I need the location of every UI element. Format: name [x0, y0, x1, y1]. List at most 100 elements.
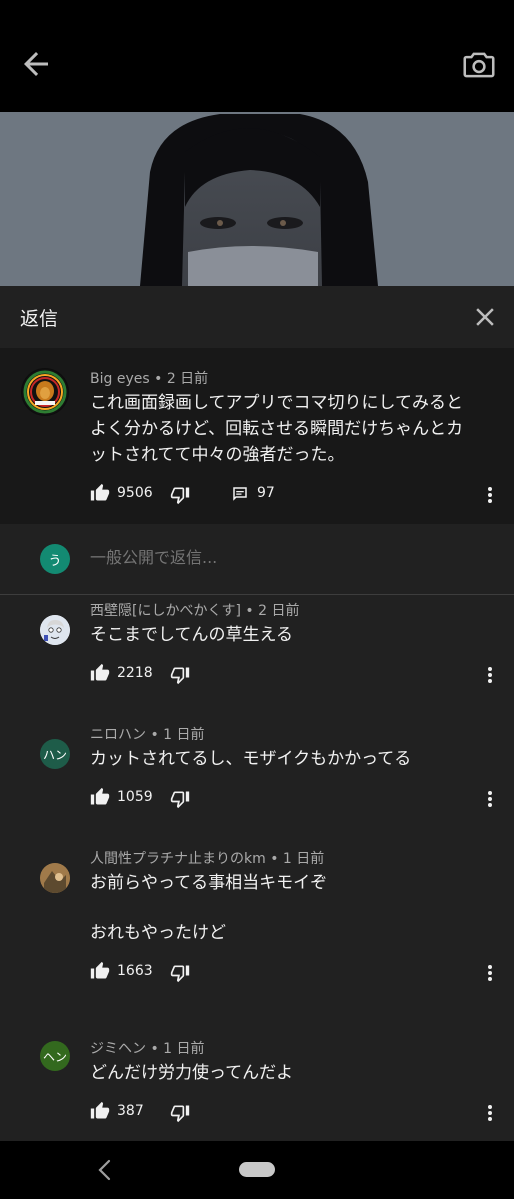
thumb-down-icon — [170, 487, 190, 505]
comment-time: 2 日前 — [166, 371, 209, 387]
reply-item: ヘン ジミヘン • 1 日前 どんだけ労力使ってんだよ 387 — [0, 1018, 514, 1141]
more-vert-icon — [488, 965, 492, 981]
cartoon-face-icon — [40, 615, 70, 645]
reply-box: う — [0, 524, 514, 594]
thumb-down-icon — [170, 965, 190, 983]
comment-text: お前らやってる事相当キモイぞ おれもやったけど — [90, 870, 327, 946]
more-options-button[interactable] — [482, 961, 498, 985]
user-avatar: う — [40, 544, 70, 574]
comment-meta: 人間性プラチナ止まりのkm • 1 日前 — [90, 848, 324, 868]
like-button[interactable] — [90, 483, 110, 503]
meta-dot: • — [154, 371, 167, 387]
thumb-up-icon — [90, 663, 110, 681]
thumb-down-icon — [170, 791, 190, 809]
home-pill[interactable] — [239, 1162, 275, 1177]
reply-item: ハン ニロハン • 1 日前 カットされてるし、モザイクもかかってる 1059 — [0, 719, 514, 843]
comment-text: どんだけ労力使ってんだよ — [90, 1060, 293, 1086]
more-options-button[interactable] — [482, 787, 498, 811]
avatar[interactable]: ハン — [40, 739, 70, 769]
thumb-up-icon — [90, 787, 110, 805]
dislike-button[interactable] — [170, 665, 190, 685]
author-name[interactable]: ジミヘン — [90, 1041, 146, 1057]
comment-time: 1 日前 — [163, 727, 205, 743]
comment-line: カットされてるし、モザイクもかかってる — [90, 749, 412, 769]
panel-title: 返信 — [20, 308, 59, 330]
comment-line: どんだけ労力使ってんだよ — [90, 1063, 294, 1083]
comment-meta: ジミヘン • 1 日前 — [90, 1038, 205, 1058]
comment-text: カットされてるし、モザイクもかかってる — [90, 746, 411, 772]
comment-line: これ画面録画してアプリでコマ切りにしてみると — [90, 393, 463, 413]
more-options-button[interactable] — [482, 1101, 498, 1125]
like-button[interactable] — [90, 1101, 110, 1121]
video-frame-image — [0, 112, 514, 286]
like-count: 1059 — [117, 789, 153, 805]
author-name[interactable]: ニロハン — [90, 727, 146, 743]
reply-item: 西壁隠[にしかべかくす] • 2 日前 そこまでしてんの草生える 2218 — [0, 595, 514, 719]
comment-line — [90, 896, 327, 920]
reply-count: 97 — [257, 485, 275, 501]
comment-meta: ニロハン • 1 日前 — [90, 724, 205, 744]
thumb-down-icon — [170, 1105, 190, 1123]
thumb-up-icon — [90, 961, 110, 979]
comment-text: そこまでしてんの草生える — [90, 622, 293, 648]
avatar-letter: ハン — [42, 747, 67, 762]
comment-meta: 西壁隠[にしかべかくす] • 2 日前 — [90, 600, 299, 620]
chevron-left-icon — [98, 1159, 111, 1181]
avatar[interactable] — [40, 863, 70, 893]
avatar-letter: う — [48, 553, 62, 569]
dislike-button[interactable] — [170, 1103, 190, 1123]
like-button[interactable] — [90, 787, 110, 807]
system-back-button[interactable] — [94, 1157, 116, 1183]
thumb-up-icon — [90, 483, 110, 501]
author-name[interactable]: 西壁隠[にしかべかくす] — [90, 603, 241, 619]
panel-header: 返信 — [0, 286, 514, 348]
meta-dot: • — [150, 1041, 164, 1057]
replies-panel: 返信 Big eyes • 2 日前 これ画面録画してアプリでコマ切りにしてみる… — [0, 286, 514, 1141]
comment-icon — [233, 487, 247, 501]
lion-logo-icon — [22, 369, 68, 415]
camera-button[interactable] — [460, 46, 498, 84]
more-vert-icon — [488, 791, 492, 807]
more-options-button[interactable] — [482, 663, 498, 687]
more-vert-icon — [488, 667, 492, 683]
dislike-button[interactable] — [170, 485, 190, 505]
more-options-button[interactable] — [482, 483, 498, 507]
thumb-down-icon — [170, 667, 190, 685]
character-icon — [40, 863, 70, 893]
back-button[interactable] — [18, 46, 54, 82]
dislike-button[interactable] — [170, 963, 190, 983]
close-button[interactable] — [470, 302, 500, 332]
more-vert-icon — [488, 1105, 492, 1121]
comment-line: よく分かるけど、回転させる瞬間だけちゃんとカ — [90, 419, 464, 439]
thumb-up-icon — [90, 1101, 110, 1119]
comment-time: 2 日前 — [258, 603, 300, 619]
comment-meta: Big eyes • 2 日前 — [90, 368, 208, 388]
like-button[interactable] — [90, 663, 110, 683]
author-name[interactable]: Big eyes — [90, 371, 150, 387]
avatar[interactable]: ヘン — [40, 1041, 70, 1071]
reply-count-button[interactable] — [231, 485, 251, 505]
comment-actions: 1059 — [90, 787, 504, 811]
system-nav-bar — [0, 1141, 514, 1199]
reply-input[interactable] — [90, 548, 490, 567]
comment-line: お前らやってる事相当キモイぞ — [90, 873, 328, 893]
author-name[interactable]: 人間性プラチナ止まりのkm — [90, 851, 266, 867]
comment-line: そこまでしてんの草生える — [90, 625, 293, 645]
like-count: 1663 — [117, 963, 153, 979]
top-bar — [0, 0, 514, 112]
meta-dot: • — [270, 851, 283, 867]
like-button[interactable] — [90, 961, 110, 981]
avatar-letter: ヘン — [42, 1049, 67, 1064]
comment-text: これ画面録画してアプリでコマ切りにしてみると よく分かるけど、回転させる瞬間だけ… — [90, 390, 463, 468]
like-count: 387 — [117, 1103, 144, 1119]
comment-actions: 2218 — [90, 663, 504, 687]
comment-actions: 9506 97 — [90, 483, 504, 507]
comment-time: 1 日前 — [163, 1041, 205, 1057]
dislike-button[interactable] — [170, 789, 190, 809]
reply-item: 人間性プラチナ止まりのkm • 1 日前 お前らやってる事相当キモイぞ おれもや… — [0, 843, 514, 1018]
avatar[interactable] — [40, 615, 70, 645]
video-player[interactable] — [0, 112, 514, 286]
like-count: 9506 — [117, 485, 153, 501]
like-count: 2218 — [117, 665, 153, 681]
avatar[interactable] — [21, 368, 69, 416]
